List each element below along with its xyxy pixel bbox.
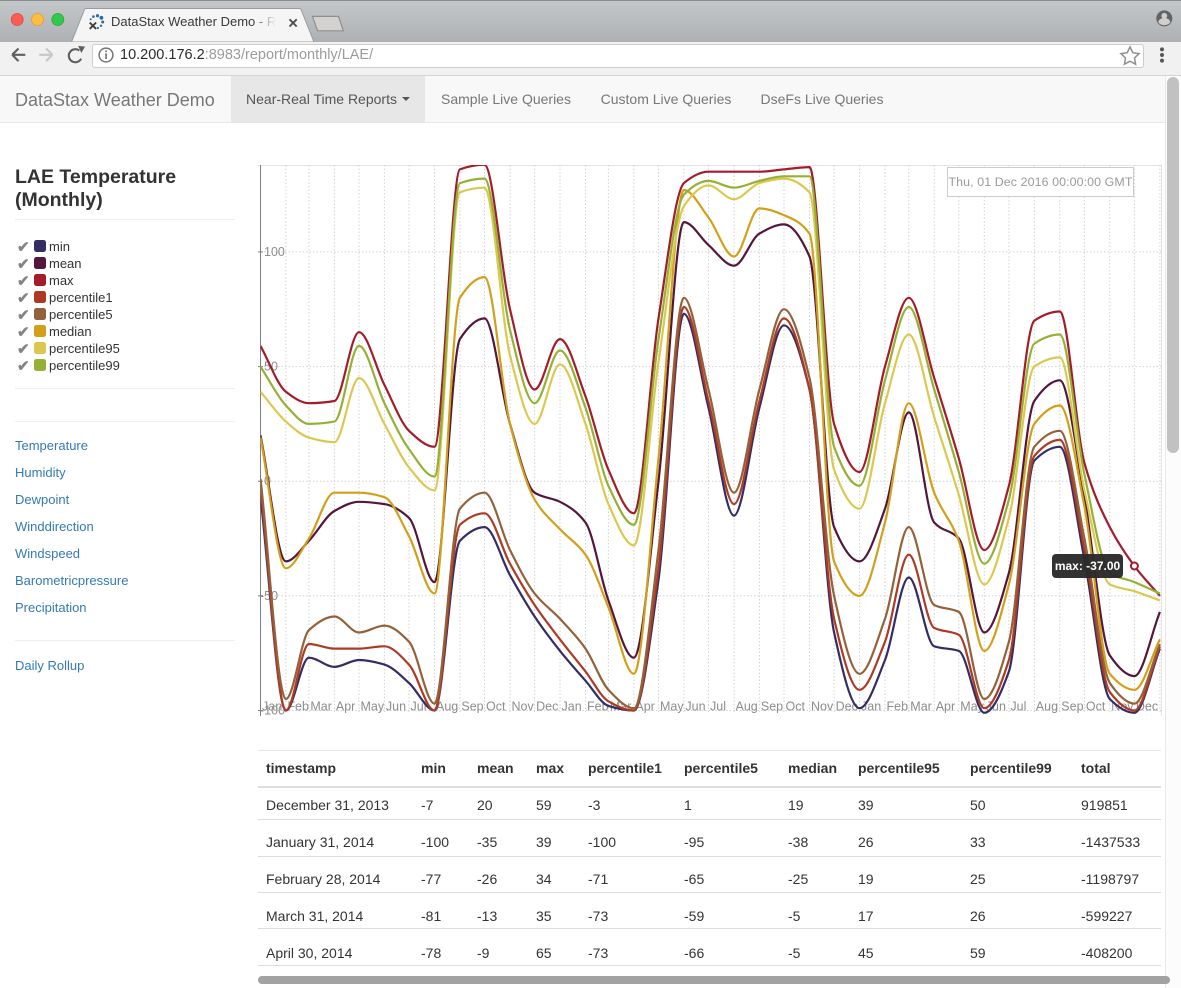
svg-text:Feb: Feb bbox=[587, 700, 609, 714]
svg-text:Feb: Feb bbox=[887, 700, 909, 714]
svg-text:Aug: Aug bbox=[1036, 700, 1058, 714]
svg-text:Jan: Jan bbox=[562, 700, 582, 714]
svg-text:Aug: Aug bbox=[736, 700, 758, 714]
svg-text:May: May bbox=[660, 700, 684, 714]
svg-text:Dec: Dec bbox=[836, 700, 858, 714]
svg-text:Oct: Oct bbox=[486, 700, 506, 714]
svg-text:Sep: Sep bbox=[1061, 700, 1083, 714]
svg-text:Jun: Jun bbox=[685, 700, 705, 714]
svg-text:Jan: Jan bbox=[262, 700, 282, 714]
svg-text:Nov: Nov bbox=[811, 700, 834, 714]
svg-text:Sep: Sep bbox=[461, 700, 483, 714]
svg-text:Nov: Nov bbox=[512, 700, 535, 714]
svg-text:Mar: Mar bbox=[910, 700, 932, 714]
svg-text:100: 100 bbox=[264, 245, 285, 259]
svg-text:Oct: Oct bbox=[786, 700, 806, 714]
svg-text:Jul: Jul bbox=[710, 700, 726, 714]
svg-text:Dec: Dec bbox=[536, 700, 558, 714]
svg-text:Sep: Sep bbox=[761, 700, 783, 714]
svg-text:Mar: Mar bbox=[310, 700, 332, 714]
svg-text:Apr: Apr bbox=[936, 700, 955, 714]
svg-text:May: May bbox=[361, 700, 385, 714]
svg-text:Apr: Apr bbox=[336, 700, 355, 714]
svg-text:Jun: Jun bbox=[386, 700, 406, 714]
svg-text:Jul: Jul bbox=[1010, 700, 1026, 714]
svg-text:Oct: Oct bbox=[1086, 700, 1106, 714]
svg-text:Aug: Aug bbox=[436, 700, 458, 714]
